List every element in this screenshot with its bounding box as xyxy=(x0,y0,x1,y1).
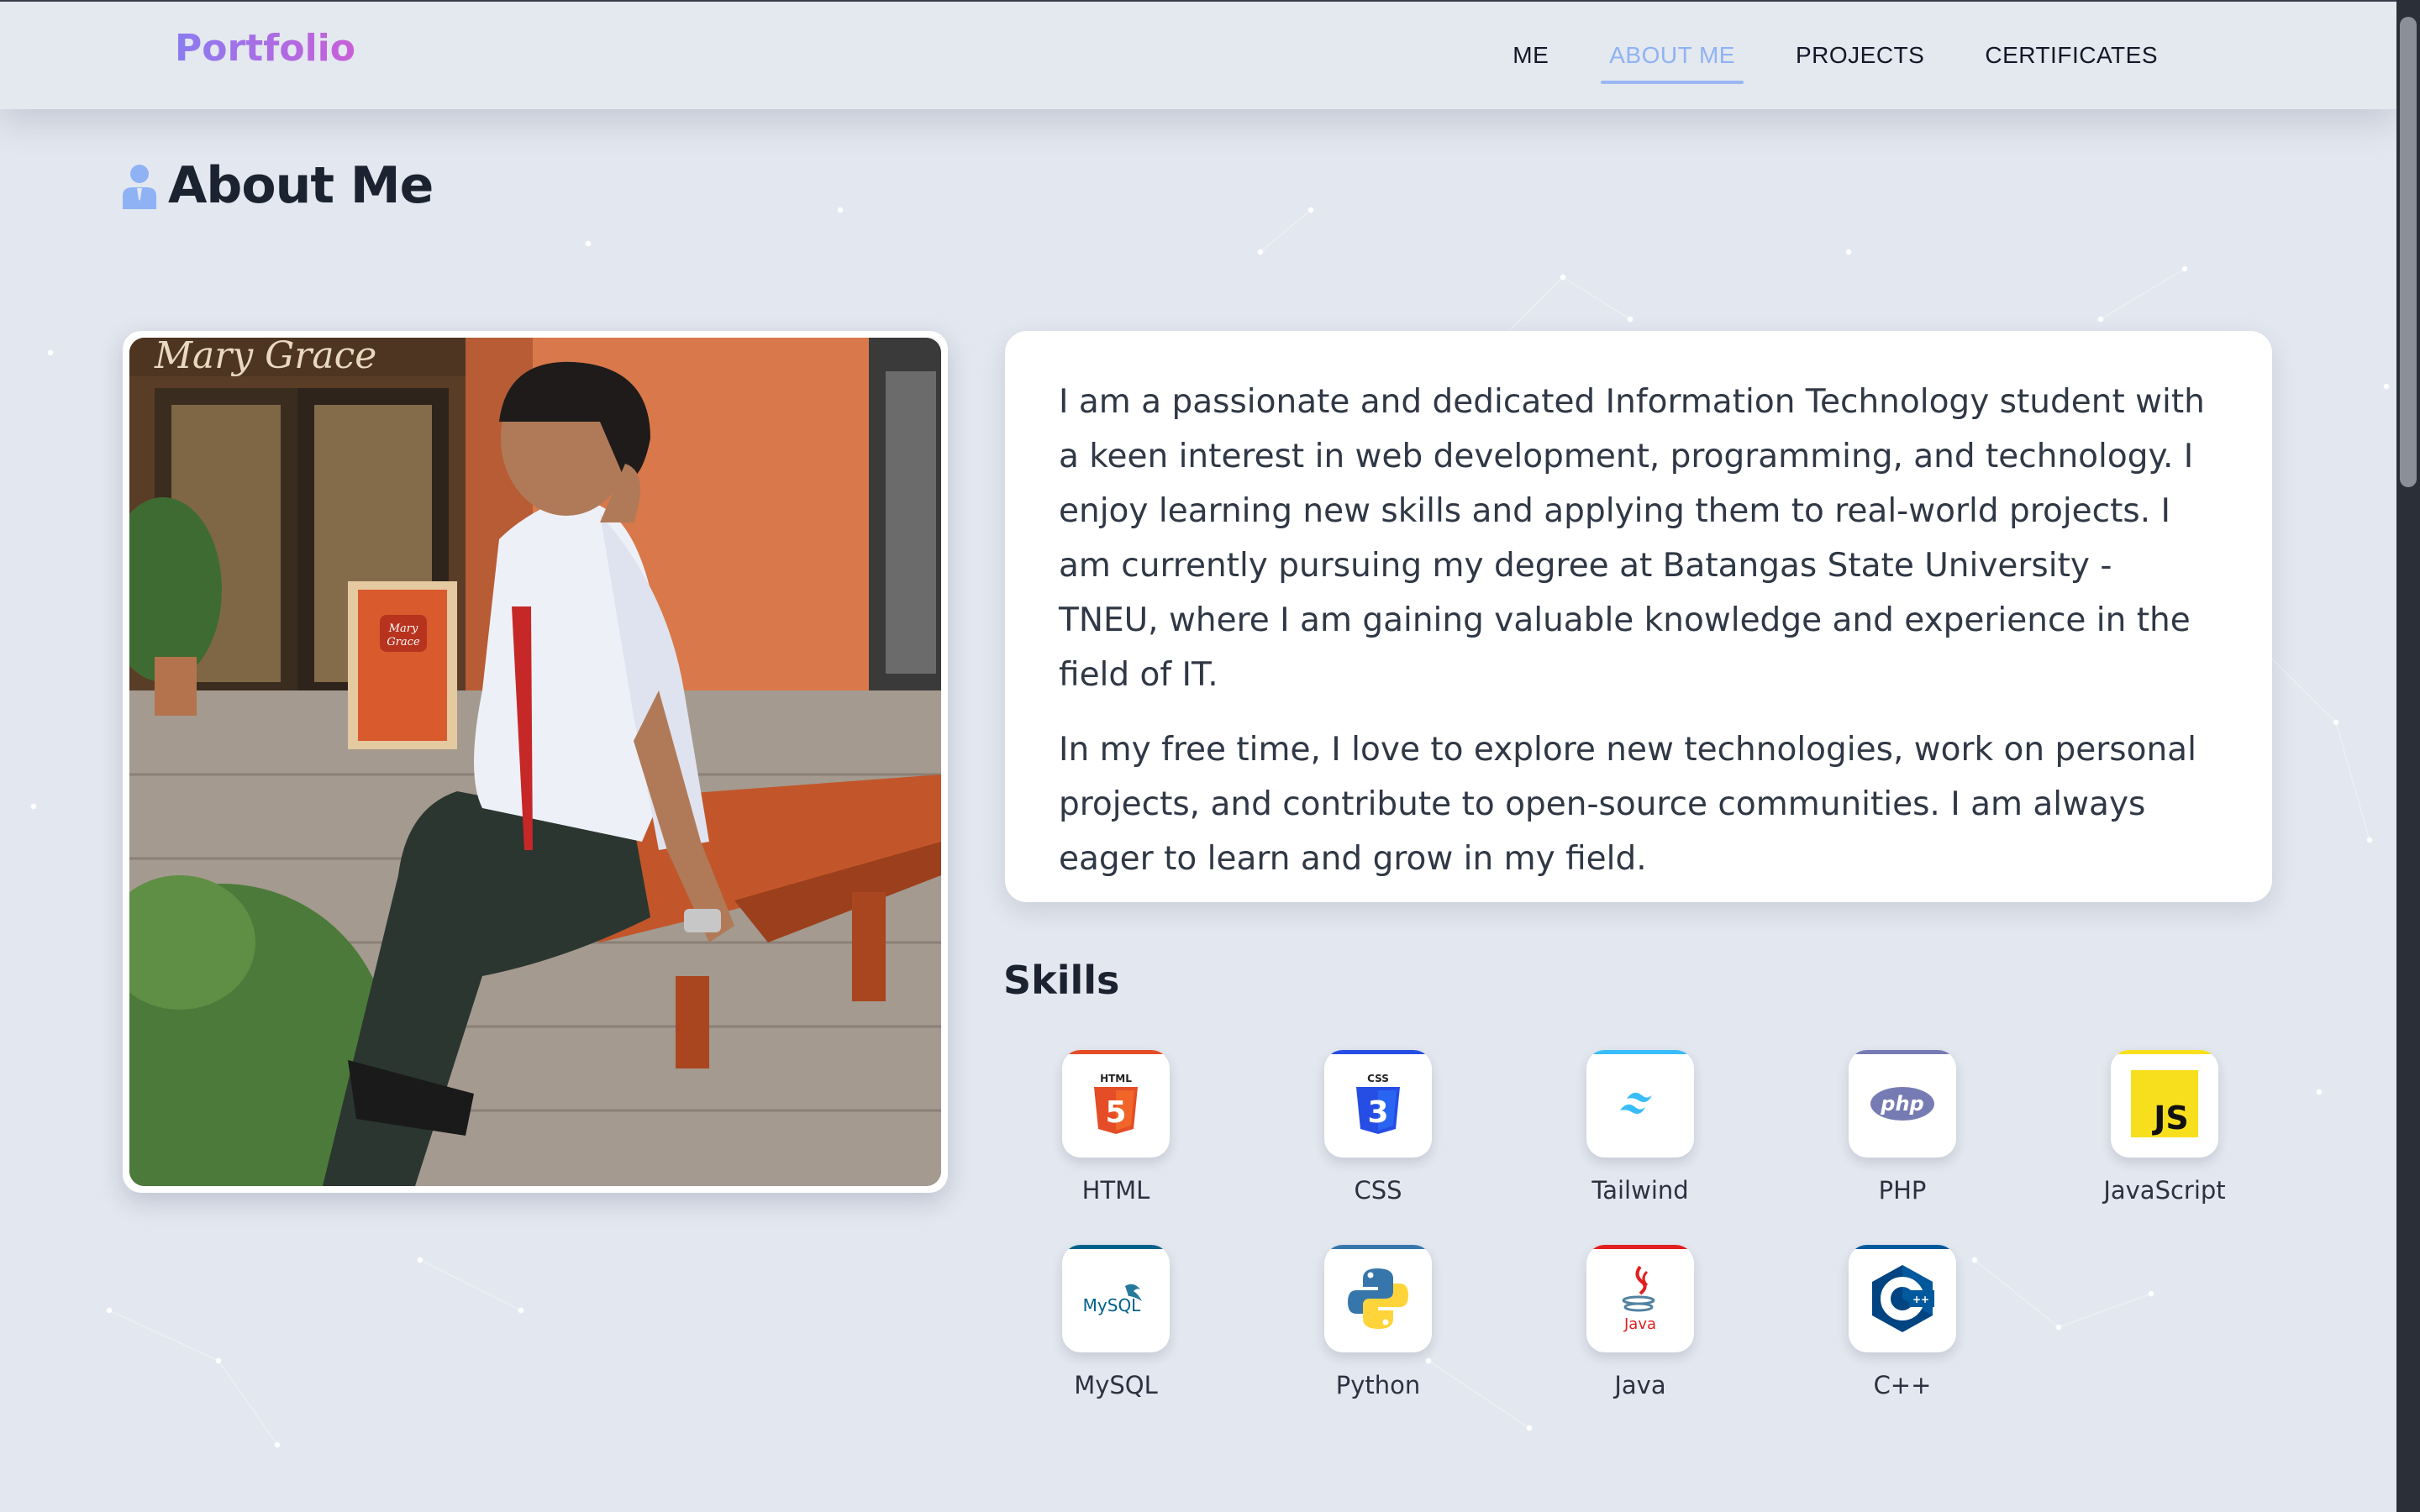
skill-name: CSS xyxy=(1354,1176,1402,1205)
skill-name: JavaScript xyxy=(2103,1176,2226,1205)
nav-links: ME ABOUT ME PROJECTS CERTIFICATES xyxy=(1482,2,2188,109)
profile-photo-image: Mary Grace Mary Grace xyxy=(129,338,941,1186)
podium-text-2: Grace xyxy=(387,636,420,648)
scrollbar[interactable] xyxy=(2396,0,2420,1512)
css3-icon: CSS 3 xyxy=(1356,1073,1400,1134)
nav-link-certificates[interactable]: CERTIFICATES xyxy=(1954,2,2188,109)
javascript-icon: JS xyxy=(2131,1070,2198,1137)
tailwind-icon xyxy=(1620,1092,1652,1114)
skills-grid: HTML 5 HTML CSS 3 CSS Tailwind php PHP J… xyxy=(1034,1050,2227,1399)
svg-text:JS: JS xyxy=(2151,1100,2189,1137)
user-icon xyxy=(123,165,156,209)
bio-paragraph-1: I am a passionate and dedicated Informat… xyxy=(1059,383,2205,694)
skill-name: Python xyxy=(1335,1371,1421,1399)
navbar: Portfolio ME ABOUT ME PROJECTS CERTIFICA… xyxy=(0,0,2396,109)
skill-name: Tailwind xyxy=(1591,1176,1689,1205)
nav-link-projects[interactable]: PROJECTS xyxy=(1765,2,1954,109)
skill-php[interactable]: php PHP xyxy=(1847,1050,1958,1205)
bio-card: I am a passionate and dedicated Informat… xyxy=(1005,331,2272,902)
svg-text:5: 5 xyxy=(1105,1095,1126,1130)
skill-tailwind[interactable]: Tailwind xyxy=(1585,1050,1696,1205)
skill-name: HTML xyxy=(1081,1176,1150,1205)
skill-name: PHP xyxy=(1878,1176,1927,1205)
skills-title: Skills xyxy=(1003,958,1120,1003)
skill-name: MySQL xyxy=(1074,1371,1158,1399)
svg-text:HTML: HTML xyxy=(1100,1073,1132,1084)
skill-name: Java xyxy=(1614,1371,1666,1399)
svg-text:++: ++ xyxy=(1912,1294,1929,1305)
skill-css[interactable]: CSS 3 CSS xyxy=(1323,1050,1434,1205)
skill-name: C++ xyxy=(1873,1371,1932,1399)
skill-mysql[interactable]: MySQL MySQL xyxy=(1060,1245,1171,1399)
svg-text:CSS: CSS xyxy=(1367,1073,1389,1084)
nav-link-about-me[interactable]: ABOUT ME xyxy=(1579,2,1765,109)
svg-text:MySQL: MySQL xyxy=(1083,1295,1142,1315)
java-icon: Java xyxy=(1622,1265,1656,1333)
skill-javascript[interactable]: JS JavaScript xyxy=(2103,1050,2226,1205)
svg-text:3: 3 xyxy=(1367,1095,1388,1130)
section-heading: About Me xyxy=(121,156,434,215)
profile-photo: Mary Grace Mary Grace xyxy=(123,331,948,1193)
php-icon: php xyxy=(1870,1087,1934,1121)
podium-text: Mary xyxy=(388,622,418,635)
cpp-icon: ++ xyxy=(1872,1265,1934,1332)
html5-icon: HTML 5 xyxy=(1094,1073,1138,1134)
scrollbar-thumb[interactable] xyxy=(2400,17,2417,487)
brand-logo[interactable]: Portfolio xyxy=(175,27,355,70)
svg-text:php: php xyxy=(1880,1092,1923,1116)
svg-text:Java: Java xyxy=(1623,1315,1656,1333)
mysql-icon: MySQL xyxy=(1083,1284,1142,1315)
skill-cpp[interactable]: ++ C++ xyxy=(1847,1245,1958,1399)
python-icon xyxy=(1348,1268,1408,1329)
skill-java[interactable]: Java Java xyxy=(1585,1245,1696,1399)
skill-python[interactable]: Python xyxy=(1323,1245,1434,1399)
skill-html[interactable]: HTML 5 HTML xyxy=(1060,1050,1171,1205)
store-sign-text: Mary Grace xyxy=(154,338,376,377)
page-title: About Me xyxy=(168,156,434,215)
nav-link-me[interactable]: ME xyxy=(1482,2,1579,109)
bio-paragraph-2: In my free time, I love to explore new t… xyxy=(1059,731,2196,878)
